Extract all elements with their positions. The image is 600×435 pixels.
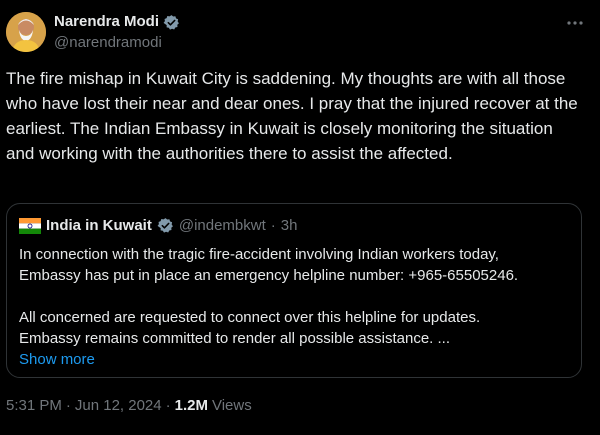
avatar[interactable] (6, 12, 46, 52)
author-handle[interactable]: @narendramodi (54, 34, 180, 52)
quoted-tweet-header: India in Kuwait @indembkwt · 3h (19, 217, 297, 234)
tweet: Narendra Modi @narendramodi The fire mis… (0, 0, 600, 435)
author-name-row: Narendra Modi (54, 13, 180, 31)
quoted-separator: · (270, 217, 276, 234)
more-options-button[interactable] (564, 12, 586, 34)
views-count: 1.2M (174, 397, 208, 414)
quoted-tweet[interactable]: India in Kuwait @indembkwt · 3h In conne… (6, 203, 582, 378)
meta-separator: · (165, 397, 171, 414)
views-label: Views (211, 397, 252, 414)
tweet-meta: 5:31 PM · Jun 12, 2024 · 1.2M Views (6, 397, 252, 414)
quoted-timestamp[interactable]: 3h (281, 217, 298, 234)
quoted-text-line: In connection with the tragic fire-accid… (19, 246, 499, 263)
avatar-image (6, 12, 46, 52)
tweet-time[interactable]: 5:31 PM (6, 397, 62, 414)
tweet-text: The fire mishap in Kuwait City is sadden… (6, 69, 578, 163)
quoted-tweet-text: In connection with the tragic fire-accid… (19, 244, 571, 370)
more-horizontal-icon (567, 21, 583, 25)
author-info: Narendra Modi @narendramodi (54, 13, 180, 52)
tweet-date[interactable]: Jun 12, 2024 (75, 397, 162, 414)
meta-separator: · (65, 397, 71, 414)
quoted-author-handle[interactable]: @indembkwt (179, 217, 266, 234)
india-flag-icon (19, 217, 41, 234)
verified-badge-icon (163, 14, 180, 31)
verified-badge-icon (157, 217, 174, 234)
show-more-link[interactable]: Show more (19, 349, 571, 370)
author-name[interactable]: Narendra Modi (54, 13, 159, 31)
quoted-text-line: All concerned are requested to connect o… (19, 309, 481, 326)
quoted-author-name[interactable]: India in Kuwait (46, 217, 152, 234)
quoted-text-line: Embassy has put in place an emergency he… (19, 267, 519, 284)
quoted-text-line: Embassy remains committed to render all … (19, 330, 451, 347)
